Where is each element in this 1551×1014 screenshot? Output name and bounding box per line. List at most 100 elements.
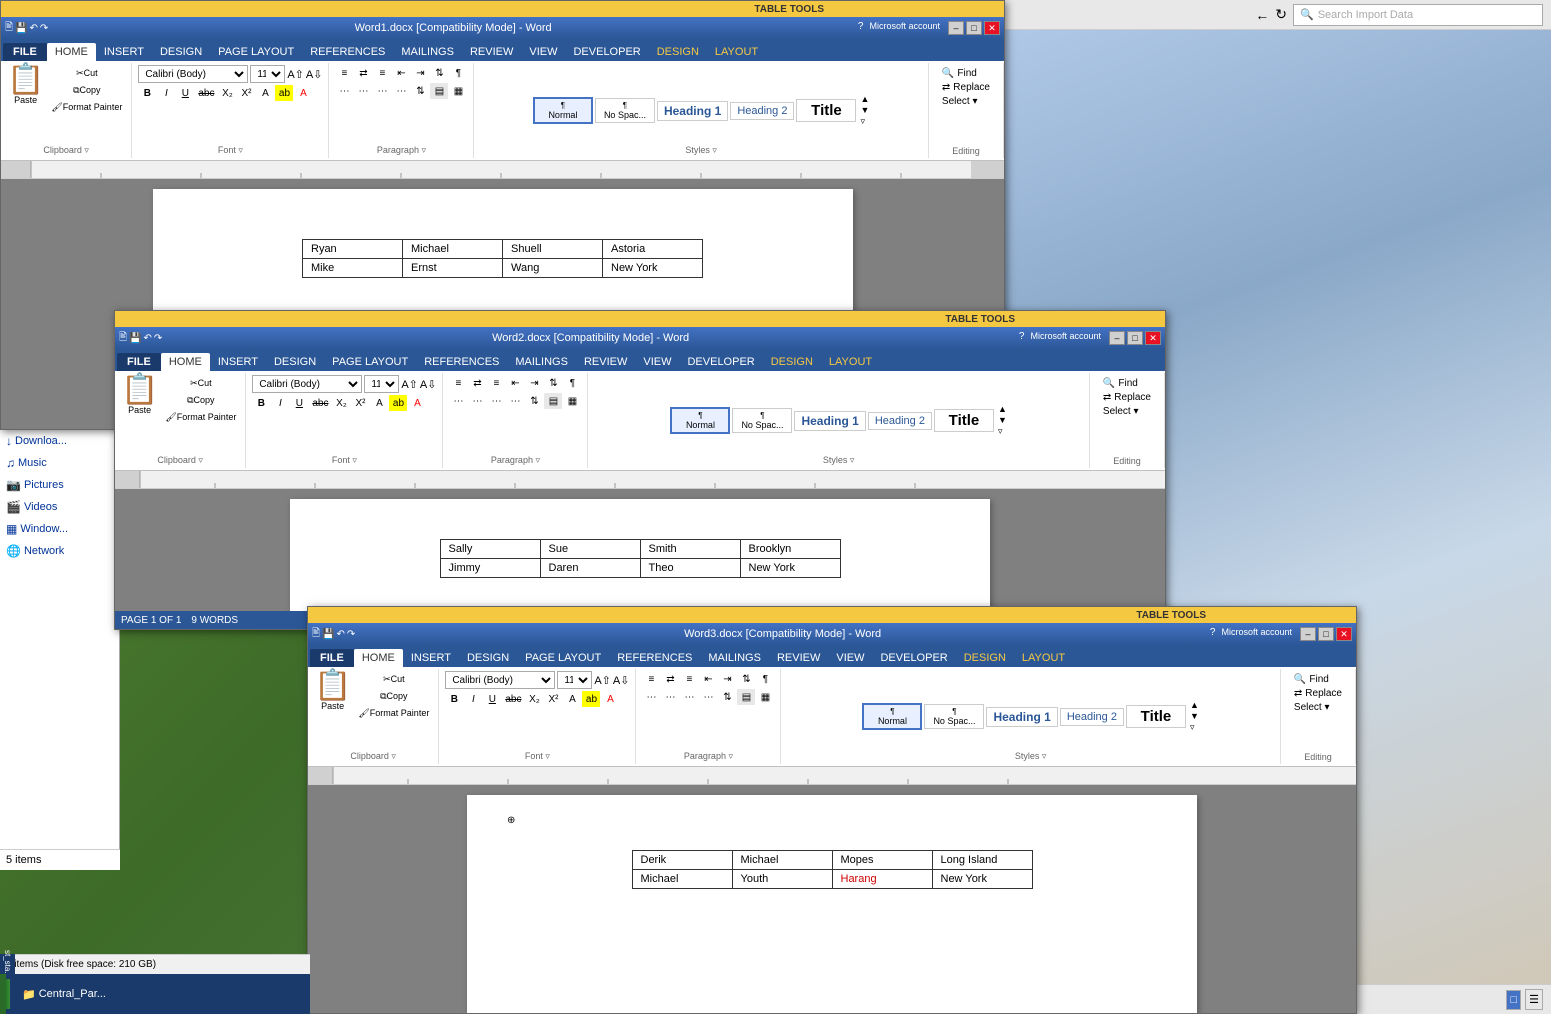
tab-home-2[interactable]: HOME — [161, 353, 210, 371]
tab-insert-3[interactable]: INSERT — [403, 649, 459, 667]
tab-home-3[interactable]: HOME — [354, 649, 403, 667]
font-select-1[interactable]: Calibri (Body) — [138, 65, 248, 83]
italic-btn-1[interactable]: I — [157, 85, 175, 101]
help-icon-2[interactable]: ? — [1019, 331, 1025, 345]
tab-mailings-1[interactable]: MAILINGS — [393, 43, 462, 61]
tab-view-3[interactable]: VIEW — [828, 649, 872, 667]
nav-item-pictures[interactable]: 📷 Pictures — [0, 474, 119, 496]
style-h1-3[interactable]: Heading 1 — [986, 707, 1057, 727]
tab-design2-3[interactable]: DESIGN — [956, 649, 1014, 667]
undo-icon-3[interactable]: ↶ — [337, 629, 345, 640]
increase-indent-1[interactable]: ⇥ — [411, 65, 429, 81]
font-select-3[interactable]: Calibri (Body) — [445, 671, 555, 689]
sort-btn-1[interactable]: ⇅ — [430, 65, 448, 81]
styles-expand-1[interactable]: ▿ — [860, 116, 869, 127]
increase-indent-2[interactable]: ⇥ — [525, 375, 543, 391]
numbering-btn-2[interactable]: ⇄ — [468, 375, 486, 391]
highlight-btn-1[interactable]: ab — [275, 85, 293, 101]
copy-btn-1[interactable]: ⧉ Copy — [48, 82, 125, 98]
tab-design-2[interactable]: DESIGN — [266, 353, 324, 371]
tab-developer-2[interactable]: DEVELOPER — [679, 353, 762, 371]
show-para-1[interactable]: ¶ — [449, 65, 467, 81]
shrink-font-1[interactable]: A⇩ — [306, 68, 323, 81]
tab-references-2[interactable]: REFERENCES — [416, 353, 507, 371]
style-h1-1[interactable]: Heading 1 — [657, 101, 728, 121]
shrink-font-3[interactable]: A⇩ — [613, 674, 630, 687]
styles-expand-3[interactable]: ▿ — [1190, 722, 1199, 733]
font-size-2[interactable]: 11 — [364, 375, 399, 393]
strikethrough-btn-3[interactable]: abc — [502, 691, 524, 707]
multilevel-btn-1[interactable]: ≡ — [373, 65, 391, 81]
styles-down-1[interactable]: ▼ — [860, 105, 869, 115]
tab-view-2[interactable]: VIEW — [635, 353, 679, 371]
tab-mailings-3[interactable]: MAILINGS — [700, 649, 769, 667]
highlight-btn-2[interactable]: ab — [389, 395, 407, 411]
sort-btn-2[interactable]: ⇅ — [544, 375, 562, 391]
underline-btn-3[interactable]: U — [483, 691, 501, 707]
superscript-btn-3[interactable]: X² — [544, 691, 562, 707]
show-para-3[interactable]: ¶ — [756, 671, 774, 687]
start-button-left[interactable] — [0, 974, 6, 1014]
align-center-3[interactable]: ⋯ — [661, 689, 679, 705]
align-right-3[interactable]: ⋯ — [680, 689, 698, 705]
shrink-font-2[interactable]: A⇩ — [420, 378, 437, 391]
tab-design-3[interactable]: DESIGN — [459, 649, 517, 667]
sort-btn-3[interactable]: ⇅ — [737, 671, 755, 687]
close-btn-3[interactable]: ✕ — [1336, 627, 1352, 641]
tab-home-1[interactable]: HOME — [47, 43, 96, 61]
borders-btn-2[interactable]: ▦ — [563, 393, 581, 409]
tab-references-3[interactable]: REFERENCES — [609, 649, 700, 667]
find-btn-1[interactable]: 🔍 Find — [939, 67, 993, 80]
show-para-2[interactable]: ¶ — [563, 375, 581, 391]
style-h2-2[interactable]: Heading 2 — [868, 412, 932, 430]
copy-btn-3[interactable]: ⧉ Copy — [355, 688, 432, 704]
tab-review-2[interactable]: REVIEW — [576, 353, 635, 371]
style-nospace-1[interactable]: ¶ No Spac... — [595, 98, 655, 123]
find-btn-3[interactable]: 🔍 Find — [1291, 673, 1345, 686]
format-painter-btn-3[interactable]: 🖌 Format Painter — [355, 705, 432, 721]
align-center-2[interactable]: ⋯ — [468, 393, 486, 409]
tab-file-1[interactable]: FILE — [3, 43, 47, 61]
bold-btn-1[interactable]: B — [138, 85, 156, 101]
decrease-indent-3[interactable]: ⇤ — [699, 671, 717, 687]
select-btn-2[interactable]: Select ▾ — [1100, 405, 1154, 418]
format-painter-btn-1[interactable]: 🖌 Format Painter — [48, 99, 125, 115]
undo-icon-1[interactable]: ↶ — [30, 23, 38, 34]
grow-font-1[interactable]: A⇧ — [287, 68, 304, 81]
back-icon[interactable]: ← — [1255, 7, 1269, 23]
tab-review-1[interactable]: REVIEW — [462, 43, 521, 61]
subscript-btn-2[interactable]: X₂ — [332, 395, 350, 411]
style-h1-2[interactable]: Heading 1 — [794, 411, 865, 431]
replace-btn-3[interactable]: ⇄ Replace — [1291, 687, 1345, 700]
text-effects-btn-3[interactable]: A — [563, 691, 581, 707]
styles-up-3[interactable]: ▲ — [1190, 700, 1199, 710]
highlight-btn-3[interactable]: ab — [582, 691, 600, 707]
style-h2-3[interactable]: Heading 2 — [1060, 708, 1124, 726]
taskbar-item-1[interactable]: 📁 Central_Par... — [14, 986, 114, 1003]
paste-btn-2[interactable]: 📋 Paste — [121, 375, 158, 415]
help-icon-1[interactable]: ? — [858, 21, 864, 35]
cut-btn-1[interactable]: ✂ Cut — [48, 65, 125, 81]
tab-design-1[interactable]: DESIGN — [152, 43, 210, 61]
grid-view-icon[interactable]: □ — [1506, 990, 1521, 1010]
numbering-btn-3[interactable]: ⇄ — [661, 671, 679, 687]
tab-layout-1[interactable]: LAYOUT — [707, 43, 766, 61]
shading-btn-3[interactable]: ▤ — [737, 689, 755, 705]
bullets-btn-2[interactable]: ≡ — [449, 375, 467, 391]
numbering-btn-1[interactable]: ⇄ — [354, 65, 372, 81]
close-btn-1[interactable]: ✕ — [984, 21, 1000, 35]
quick-save-icon-3[interactable]: 💾 — [322, 629, 334, 640]
maximize-btn-2[interactable]: □ — [1127, 331, 1143, 345]
bullets-btn-3[interactable]: ≡ — [642, 671, 660, 687]
close-btn-2[interactable]: ✕ — [1145, 331, 1161, 345]
font-color-btn-2[interactable]: A — [408, 395, 426, 411]
line-spacing-3[interactable]: ⇅ — [718, 689, 736, 705]
style-h2-1[interactable]: Heading 2 — [730, 102, 794, 120]
tab-layout-3[interactable]: LAYOUT — [1014, 649, 1073, 667]
select-btn-1[interactable]: Select ▾ — [939, 95, 993, 108]
font-size-1[interactable]: 11 — [250, 65, 285, 83]
list-view-icon[interactable]: ☰ — [1525, 989, 1543, 1010]
align-left-3[interactable]: ⋯ — [642, 689, 660, 705]
replace-btn-1[interactable]: ⇄ Replace — [939, 81, 993, 94]
tab-references-1[interactable]: REFERENCES — [302, 43, 393, 61]
